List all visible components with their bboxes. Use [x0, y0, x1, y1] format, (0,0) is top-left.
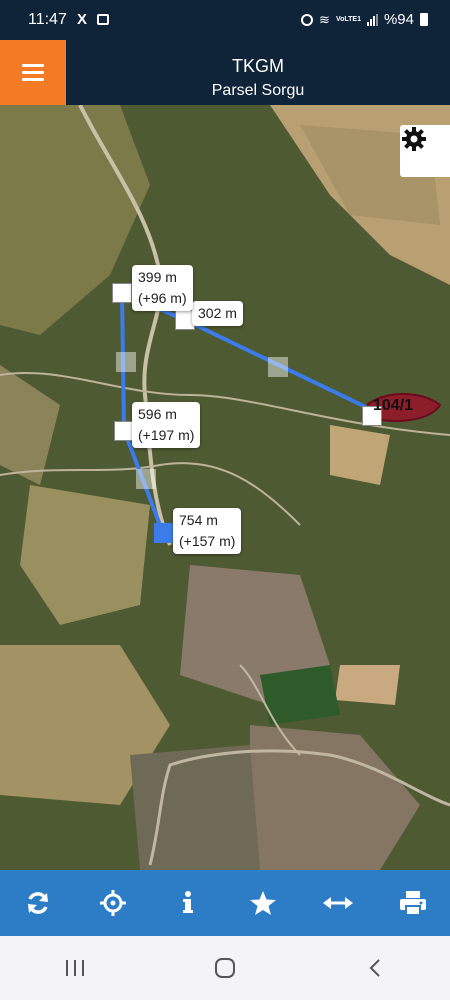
status-icons: ≋ VoLTE1 %94 [301, 11, 428, 28]
measure-vertex[interactable] [112, 283, 132, 303]
title-block: TKGM Parsel Sorgu [66, 40, 450, 105]
home-icon [215, 958, 235, 978]
distance-label: 596 m (+197 m) [132, 402, 201, 448]
refresh-button[interactable] [16, 881, 60, 925]
star-favorite-icon [249, 891, 276, 915]
parcel-label[interactable]: 104/1 [373, 397, 413, 415]
measure-midpoint-handle[interactable] [268, 357, 288, 377]
measure-midpoint-handle[interactable] [116, 352, 136, 372]
distance-label: 754 m (+157 m) [173, 508, 242, 554]
measure-button[interactable] [316, 881, 360, 925]
hamburger-line [22, 71, 44, 74]
distance-delta: (+96 m) [138, 290, 187, 306]
system-nav-bar [0, 936, 450, 1000]
distance-delta: (+157 m) [179, 533, 236, 549]
crosshair-locate-icon [99, 890, 126, 916]
battery-text: %94 [383, 11, 414, 28]
recent-apps-button[interactable] [45, 948, 105, 988]
status-bar: 11:47 X ≋ VoLTE1 %94 [0, 0, 450, 40]
distance-delta: (+197 m) [138, 427, 195, 443]
hamburger-menu-icon [22, 64, 44, 67]
back-button[interactable] [345, 948, 405, 988]
bottom-toolbar [0, 870, 450, 936]
app-subtitle: Parsel Sorgu [211, 82, 305, 99]
back-icon [369, 959, 380, 977]
info-icon [182, 891, 193, 913]
measure-midpoint-handle[interactable] [136, 469, 156, 489]
measure-vertex[interactable] [114, 421, 134, 441]
terrain-field [335, 665, 400, 705]
wifi-icon: ≋ [319, 11, 330, 27]
recent-apps-icon [66, 960, 84, 976]
measure-arrows-icon [322, 897, 353, 909]
hamburger-line [22, 78, 44, 81]
info-button[interactable] [166, 881, 210, 925]
app-title: TKGM [232, 56, 284, 76]
gear-icon [402, 127, 426, 151]
x-icon: X [77, 11, 88, 28]
refresh-icon [27, 892, 48, 914]
distance-value: 754 m [179, 512, 218, 528]
settings-button[interactable] [400, 125, 450, 177]
battery-icon [420, 13, 428, 26]
alarm-icon [301, 13, 314, 26]
print-icon [399, 891, 426, 916]
measure-vertex-active[interactable] [154, 523, 174, 543]
locate-button[interactable] [91, 881, 135, 925]
menu-button[interactable] [0, 40, 66, 105]
home-button[interactable] [195, 948, 255, 988]
terrain-field [330, 425, 390, 485]
signal-icon [366, 13, 378, 26]
status-time: 11:47 [28, 11, 67, 28]
app-header: TKGM Parsel Sorgu [0, 40, 450, 105]
village-area [130, 745, 260, 870]
favorite-button[interactable] [241, 881, 285, 925]
print-button[interactable] [391, 881, 435, 925]
lte-label: VoLTE1 [335, 16, 361, 23]
satellite-map[interactable]: 302 m 399 m (+96 m) 596 m (+197 m) 754 m… [0, 105, 450, 870]
distance-label: 399 m (+96 m) [132, 265, 193, 311]
map-imagery [0, 105, 450, 870]
image-icon [97, 14, 109, 25]
distance-value: 302 m [198, 305, 237, 321]
distance-value: 596 m [138, 406, 177, 422]
distance-label: 302 m [192, 301, 243, 326]
distance-value: 399 m [138, 269, 177, 285]
